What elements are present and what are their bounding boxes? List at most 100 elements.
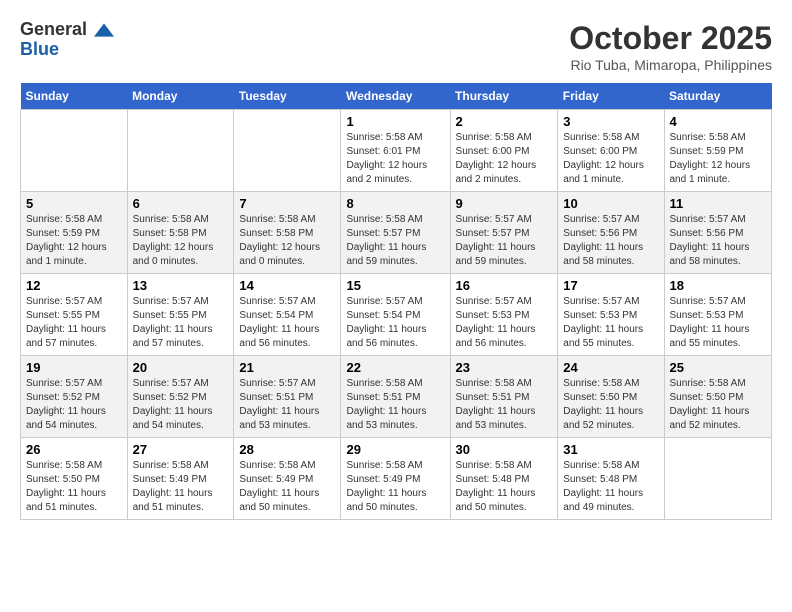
day-info: Sunrise: 5:57 AM Sunset: 5:56 PM Dayligh… bbox=[670, 213, 767, 269]
calendar-cell: 31Sunrise: 5:58 AM Sunset: 5:48 PM Dayli… bbox=[558, 438, 664, 520]
day-info: Sunrise: 5:58 AM Sunset: 5:49 PM Dayligh… bbox=[346, 459, 444, 515]
day-number: 1 bbox=[346, 114, 444, 129]
title-block: October 2025 Rio Tuba, Mimaropa, Philipp… bbox=[569, 20, 772, 73]
day-number: 15 bbox=[346, 278, 444, 293]
day-info: Sunrise: 5:58 AM Sunset: 5:58 PM Dayligh… bbox=[239, 213, 335, 269]
day-number: 4 bbox=[670, 114, 767, 129]
calendar-cell: 4Sunrise: 5:58 AM Sunset: 5:59 PM Daylig… bbox=[664, 110, 772, 192]
day-info: Sunrise: 5:58 AM Sunset: 5:48 PM Dayligh… bbox=[563, 459, 658, 515]
calendar-cell: 29 Sunrise: 5:58 AM Sunset: 5:49 PM Dayli… bbox=[341, 438, 450, 520]
calendar-cell: 20 Sunrise: 5:57 AM Sunset: 5:52 PM Dayli… bbox=[127, 356, 234, 438]
day-number: 9 bbox=[456, 196, 553, 211]
col-header-friday: Friday bbox=[558, 83, 664, 110]
calendar-cell bbox=[127, 110, 234, 192]
day-number: 16 bbox=[456, 278, 553, 293]
logo-general: General bbox=[20, 20, 114, 40]
day-number: 11 bbox=[670, 196, 767, 211]
day-number: 18 bbox=[670, 278, 767, 293]
day-info: Sunrise: 5:58 AM Sunset: 5:50 PM Dayligh… bbox=[670, 377, 767, 433]
col-header-monday: Monday bbox=[127, 83, 234, 110]
col-header-wednesday: Wednesday bbox=[341, 83, 450, 110]
day-info: Sunrise: 5:58 AM Sunset: 6:01 PM Dayligh… bbox=[346, 131, 444, 187]
month-title: October 2025 bbox=[569, 20, 772, 57]
calendar-cell: 1 Sunrise: 5:58 AM Sunset: 6:01 PM Daylig… bbox=[341, 110, 450, 192]
day-number: 17 bbox=[563, 278, 658, 293]
calendar-cell: 5 Sunrise: 5:58 AM Sunset: 5:59 PM Daylig… bbox=[21, 192, 128, 274]
calendar-cell: 24 Sunrise: 5:58 AM Sunset: 5:50 PM Dayli… bbox=[558, 356, 664, 438]
day-number: 29 bbox=[346, 442, 444, 457]
page-header: General Blue October 2025 Rio Tuba, Mima… bbox=[20, 20, 772, 73]
col-header-tuesday: Tuesday bbox=[234, 83, 341, 110]
calendar-cell: 27 Sunrise: 5:58 AM Sunset: 5:49 PM Dayli… bbox=[127, 438, 234, 520]
calendar-cell: 10Sunrise: 5:57 AM Sunset: 5:56 PM Dayli… bbox=[558, 192, 664, 274]
day-number: 25 bbox=[670, 360, 767, 375]
calendar-cell bbox=[21, 110, 128, 192]
calendar-cell: 12 Sunrise: 5:57 AM Sunset: 5:55 PM Dayli… bbox=[21, 274, 128, 356]
day-number: 23 bbox=[456, 360, 553, 375]
day-info: Sunrise: 5:58 AM Sunset: 5:59 PM Dayligh… bbox=[26, 213, 122, 269]
calendar-week-1: 1 Sunrise: 5:58 AM Sunset: 6:01 PM Daylig… bbox=[21, 110, 772, 192]
calendar-cell: 28Sunrise: 5:58 AM Sunset: 5:49 PM Dayli… bbox=[234, 438, 341, 520]
day-info: Sunrise: 5:57 AM Sunset: 5:55 PM Dayligh… bbox=[133, 295, 229, 351]
day-number: 5 bbox=[26, 196, 122, 211]
day-info: Sunrise: 5:58 AM Sunset: 5:50 PM Dayligh… bbox=[563, 377, 658, 433]
calendar-week-4: 19 Sunrise: 5:57 AM Sunset: 5:52 PM Dayli… bbox=[21, 356, 772, 438]
calendar-cell: 17 Sunrise: 5:57 AM Sunset: 5:53 PM Dayli… bbox=[558, 274, 664, 356]
day-info: Sunrise: 5:58 AM Sunset: 5:51 PM Dayligh… bbox=[346, 377, 444, 433]
day-number: 8 bbox=[346, 196, 444, 211]
day-info: Sunrise: 5:57 AM Sunset: 5:52 PM Dayligh… bbox=[26, 377, 122, 433]
calendar-cell: 22 Sunrise: 5:58 AM Sunset: 5:51 PM Dayli… bbox=[341, 356, 450, 438]
day-info: Sunrise: 5:57 AM Sunset: 5:53 PM Dayligh… bbox=[456, 295, 553, 351]
logo: General Blue bbox=[20, 20, 114, 60]
day-info: Sunrise: 5:57 AM Sunset: 5:53 PM Dayligh… bbox=[563, 295, 658, 351]
calendar-cell: 19 Sunrise: 5:57 AM Sunset: 5:52 PM Dayli… bbox=[21, 356, 128, 438]
day-info: Sunrise: 5:57 AM Sunset: 5:54 PM Dayligh… bbox=[239, 295, 335, 351]
day-number: 12 bbox=[26, 278, 122, 293]
logo-text: General Blue bbox=[20, 20, 114, 60]
calendar-cell: 13 Sunrise: 5:57 AM Sunset: 5:55 PM Dayli… bbox=[127, 274, 234, 356]
day-number: 24 bbox=[563, 360, 658, 375]
calendar-cell: 30 Sunrise: 5:58 AM Sunset: 5:48 PM Dayli… bbox=[450, 438, 558, 520]
calendar-cell bbox=[234, 110, 341, 192]
location: Rio Tuba, Mimaropa, Philippines bbox=[569, 57, 772, 73]
day-number: 7 bbox=[239, 196, 335, 211]
calendar-week-5: 26Sunrise: 5:58 AM Sunset: 5:50 PM Dayli… bbox=[21, 438, 772, 520]
day-info: Sunrise: 5:58 AM Sunset: 5:51 PM Dayligh… bbox=[456, 377, 553, 433]
day-number: 20 bbox=[133, 360, 229, 375]
calendar-cell: 18 Sunrise: 5:57 AM Sunset: 5:53 PM Dayli… bbox=[664, 274, 772, 356]
calendar-week-3: 12 Sunrise: 5:57 AM Sunset: 5:55 PM Dayli… bbox=[21, 274, 772, 356]
calendar-cell bbox=[664, 438, 772, 520]
day-info: Sunrise: 5:57 AM Sunset: 5:55 PM Dayligh… bbox=[26, 295, 122, 351]
day-number: 26 bbox=[26, 442, 122, 457]
calendar-cell: 26Sunrise: 5:58 AM Sunset: 5:50 PM Dayli… bbox=[21, 438, 128, 520]
day-number: 13 bbox=[133, 278, 229, 293]
calendar-cell: 15Sunrise: 5:57 AM Sunset: 5:54 PM Dayli… bbox=[341, 274, 450, 356]
col-header-saturday: Saturday bbox=[664, 83, 772, 110]
calendar-cell: 3 Sunrise: 5:58 AM Sunset: 6:00 PM Daylig… bbox=[558, 110, 664, 192]
day-info: Sunrise: 5:57 AM Sunset: 5:52 PM Dayligh… bbox=[133, 377, 229, 433]
logo-blue: Blue bbox=[20, 40, 114, 60]
day-number: 28 bbox=[239, 442, 335, 457]
calendar-week-2: 5 Sunrise: 5:58 AM Sunset: 5:59 PM Daylig… bbox=[21, 192, 772, 274]
day-number: 30 bbox=[456, 442, 553, 457]
calendar-cell: 8Sunrise: 5:58 AM Sunset: 5:57 PM Daylig… bbox=[341, 192, 450, 274]
calendar-header-row: SundayMondayTuesdayWednesdayThursdayFrid… bbox=[21, 83, 772, 110]
calendar-cell: 16 Sunrise: 5:57 AM Sunset: 5:53 PM Dayli… bbox=[450, 274, 558, 356]
calendar-cell: 9 Sunrise: 5:57 AM Sunset: 5:57 PM Daylig… bbox=[450, 192, 558, 274]
day-number: 6 bbox=[133, 196, 229, 211]
calendar-cell: 7 Sunrise: 5:58 AM Sunset: 5:58 PM Daylig… bbox=[234, 192, 341, 274]
day-number: 27 bbox=[133, 442, 229, 457]
day-info: Sunrise: 5:58 AM Sunset: 5:48 PM Dayligh… bbox=[456, 459, 553, 515]
calendar-cell: 2Sunrise: 5:58 AM Sunset: 6:00 PM Daylig… bbox=[450, 110, 558, 192]
day-number: 21 bbox=[239, 360, 335, 375]
day-info: Sunrise: 5:58 AM Sunset: 6:00 PM Dayligh… bbox=[456, 131, 553, 187]
day-info: Sunrise: 5:57 AM Sunset: 5:53 PM Dayligh… bbox=[670, 295, 767, 351]
col-header-thursday: Thursday bbox=[450, 83, 558, 110]
day-number: 3 bbox=[563, 114, 658, 129]
day-number: 19 bbox=[26, 360, 122, 375]
calendar-table: SundayMondayTuesdayWednesdayThursdayFrid… bbox=[20, 83, 772, 520]
day-info: Sunrise: 5:58 AM Sunset: 6:00 PM Dayligh… bbox=[563, 131, 658, 187]
day-number: 22 bbox=[346, 360, 444, 375]
day-info: Sunrise: 5:57 AM Sunset: 5:57 PM Dayligh… bbox=[456, 213, 553, 269]
day-info: Sunrise: 5:58 AM Sunset: 5:49 PM Dayligh… bbox=[133, 459, 229, 515]
